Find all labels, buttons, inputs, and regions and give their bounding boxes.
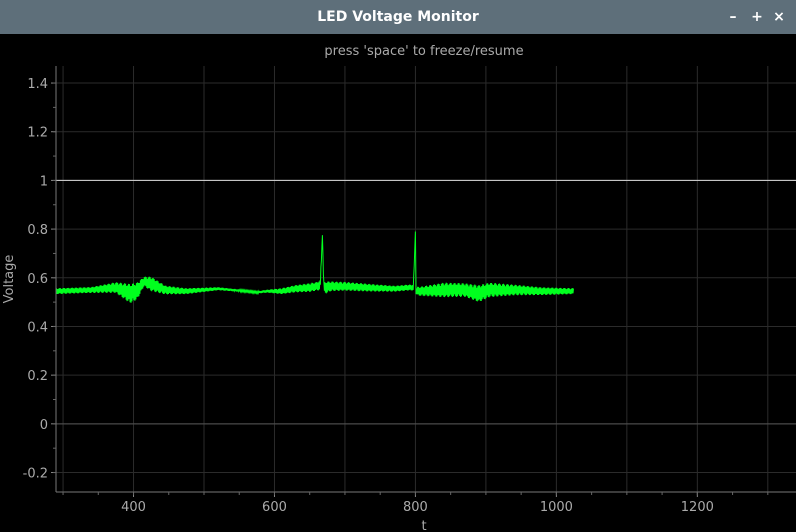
window-title: LED Voltage Monitor: [317, 9, 479, 25]
x-tick-label: 1000: [540, 500, 573, 515]
y-tick-label: 0: [40, 418, 48, 433]
voltage-chart[interactable]: press 'space' to freeze/resume -0.2 0 0.2 0…: [0, 34, 796, 532]
close-button[interactable]: ×: [770, 0, 788, 34]
y-tick-label: 1: [40, 174, 48, 189]
y-tick-label: 1.2: [27, 126, 48, 141]
x-axis-label: t: [421, 519, 426, 532]
y-tick-label: 1.4: [27, 77, 48, 92]
reference-lines: [56, 179, 796, 425]
title-bar[interactable]: LED Voltage Monitor – + ×: [0, 0, 796, 34]
chart-subtitle: press 'space' to freeze/resume: [324, 44, 523, 59]
y-tick-label: 0.8: [27, 223, 48, 238]
x-tick-label: 600: [262, 500, 287, 515]
minimize-button[interactable]: –: [724, 0, 742, 34]
y-axis-label: Voltage: [2, 255, 17, 304]
y-tick-label: 0.2: [27, 369, 48, 384]
y-tick-label: 0.6: [27, 272, 48, 287]
x-tick-label: 400: [121, 500, 146, 515]
maximize-button[interactable]: +: [748, 0, 766, 34]
plot-area[interactable]: press 'space' to freeze/resume -0.2 0 0.2 0…: [0, 34, 796, 532]
y-tick-label: 0.4: [27, 320, 48, 335]
y-tick-label: -0.2: [23, 467, 48, 482]
x-tick-label: 800: [403, 500, 428, 515]
x-tick-label: 1200: [681, 500, 714, 515]
grid-lines: [56, 66, 796, 492]
